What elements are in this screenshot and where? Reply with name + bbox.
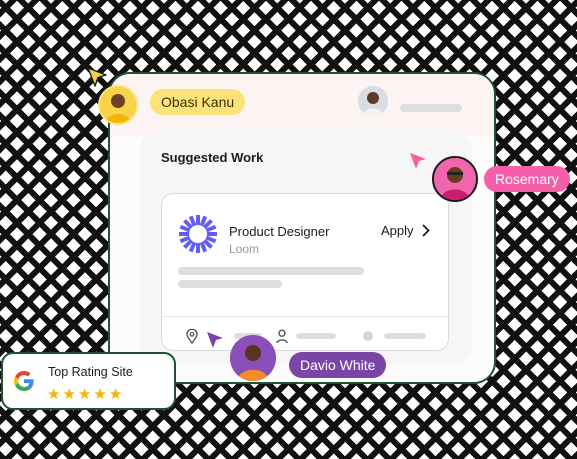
- star-icon: ★: [77, 386, 92, 403]
- job-company: Loom: [229, 242, 260, 256]
- description-placeholder-bar: [178, 280, 282, 288]
- section-title: Suggested Work: [161, 150, 264, 165]
- card-divider: [162, 316, 448, 317]
- badge-title: Top Rating Site: [48, 365, 133, 379]
- person-icon: [358, 86, 388, 116]
- header-placeholder-bar: [400, 104, 462, 112]
- cursor-pointer-icon: [410, 153, 426, 169]
- star-icon: ★: [47, 386, 61, 403]
- cursor-pointer-icon: [87, 67, 107, 87]
- avatar-rosemary[interactable]: [432, 156, 478, 202]
- star-rating: ★ ★ ★ ★ ★: [47, 387, 122, 402]
- apply-button[interactable]: Apply: [381, 223, 430, 238]
- avatar-davio[interactable]: [230, 335, 276, 381]
- cursor-pointer-icon: [207, 332, 223, 348]
- person-icon: [230, 335, 276, 381]
- people-placeholder-bar: [296, 333, 336, 339]
- status-placeholder-bar: [384, 333, 426, 339]
- person-icon: [434, 158, 476, 200]
- person-outline-icon: [276, 329, 288, 344]
- star-icon: ★: [108, 386, 123, 403]
- description-placeholder-bar: [178, 267, 364, 275]
- name-tag-rosemary: Rosemary: [484, 166, 570, 192]
- status-dot: [363, 331, 373, 341]
- user-avatar[interactable]: [358, 86, 388, 116]
- star-icon: ★: [93, 386, 107, 403]
- person-icon: [100, 87, 136, 123]
- chevron-right-icon: [422, 224, 429, 237]
- avatar-obasi[interactable]: [98, 85, 138, 125]
- name-tag-davio: Davio White: [289, 352, 387, 378]
- location-pin-icon: [186, 329, 198, 344]
- star-icon: ★: [62, 386, 76, 403]
- google-logo-icon: [14, 371, 34, 391]
- loom-logo-icon: [179, 215, 217, 253]
- job-title: Product Designer: [229, 224, 330, 239]
- apply-label: Apply: [381, 223, 414, 238]
- name-tag-obasi: Obasi Kanu: [150, 89, 246, 115]
